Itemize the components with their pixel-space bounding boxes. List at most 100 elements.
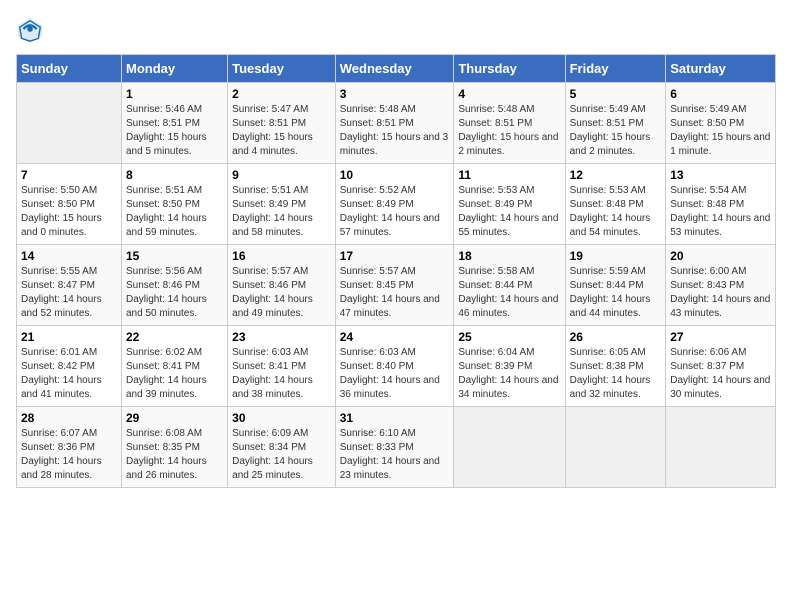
day-number: 18 (458, 249, 560, 263)
day-cell: 28 Sunrise: 6:07 AM Sunset: 8:36 PM Dayl… (17, 407, 122, 488)
day-number: 15 (126, 249, 223, 263)
day-info: Sunrise: 6:01 AM Sunset: 8:42 PM Dayligh… (21, 346, 117, 402)
week-row-3: 14 Sunrise: 5:55 AM Sunset: 8:47 PM Dayl… (17, 245, 776, 326)
day-info: Sunrise: 6:07 AM Sunset: 8:36 PM Dayligh… (21, 427, 117, 483)
day-cell: 27 Sunrise: 6:06 AM Sunset: 8:37 PM Dayl… (666, 326, 776, 407)
day-info: Sunrise: 6:08 AM Sunset: 8:35 PM Dayligh… (126, 427, 223, 483)
day-cell: 24 Sunrise: 6:03 AM Sunset: 8:40 PM Dayl… (335, 326, 454, 407)
day-info: Sunrise: 5:51 AM Sunset: 8:49 PM Dayligh… (232, 184, 331, 240)
day-info: Sunrise: 5:53 AM Sunset: 8:48 PM Dayligh… (570, 184, 662, 240)
day-cell: 20 Sunrise: 6:00 AM Sunset: 8:43 PM Dayl… (666, 245, 776, 326)
day-number: 14 (21, 249, 117, 263)
header-cell-thursday: Thursday (454, 55, 565, 83)
day-info: Sunrise: 5:56 AM Sunset: 8:46 PM Dayligh… (126, 265, 223, 321)
day-cell: 10 Sunrise: 5:52 AM Sunset: 8:49 PM Dayl… (335, 164, 454, 245)
day-cell: 11 Sunrise: 5:53 AM Sunset: 8:49 PM Dayl… (454, 164, 565, 245)
day-info: Sunrise: 6:04 AM Sunset: 8:39 PM Dayligh… (458, 346, 560, 402)
day-number: 19 (570, 249, 662, 263)
day-cell (565, 407, 666, 488)
day-cell: 6 Sunrise: 5:49 AM Sunset: 8:50 PM Dayli… (666, 83, 776, 164)
header-cell-tuesday: Tuesday (228, 55, 336, 83)
day-info: Sunrise: 5:51 AM Sunset: 8:50 PM Dayligh… (126, 184, 223, 240)
day-number: 5 (570, 87, 662, 101)
day-number: 7 (21, 168, 117, 182)
day-cell: 4 Sunrise: 5:48 AM Sunset: 8:51 PM Dayli… (454, 83, 565, 164)
day-cell: 15 Sunrise: 5:56 AM Sunset: 8:46 PM Dayl… (121, 245, 227, 326)
day-info: Sunrise: 5:53 AM Sunset: 8:49 PM Dayligh… (458, 184, 560, 240)
day-cell: 25 Sunrise: 6:04 AM Sunset: 8:39 PM Dayl… (454, 326, 565, 407)
header-cell-friday: Friday (565, 55, 666, 83)
day-number: 8 (126, 168, 223, 182)
day-cell: 8 Sunrise: 5:51 AM Sunset: 8:50 PM Dayli… (121, 164, 227, 245)
header-cell-wednesday: Wednesday (335, 55, 454, 83)
day-number: 30 (232, 411, 331, 425)
day-cell: 29 Sunrise: 6:08 AM Sunset: 8:35 PM Dayl… (121, 407, 227, 488)
header-cell-sunday: Sunday (17, 55, 122, 83)
day-info: Sunrise: 5:49 AM Sunset: 8:51 PM Dayligh… (570, 103, 662, 159)
day-info: Sunrise: 6:03 AM Sunset: 8:41 PM Dayligh… (232, 346, 331, 402)
day-cell: 22 Sunrise: 6:02 AM Sunset: 8:41 PM Dayl… (121, 326, 227, 407)
day-cell: 18 Sunrise: 5:58 AM Sunset: 8:44 PM Dayl… (454, 245, 565, 326)
day-number: 23 (232, 330, 331, 344)
day-cell: 17 Sunrise: 5:57 AM Sunset: 8:45 PM Dayl… (335, 245, 454, 326)
day-cell: 9 Sunrise: 5:51 AM Sunset: 8:49 PM Dayli… (228, 164, 336, 245)
calendar-table: SundayMondayTuesdayWednesdayThursdayFrid… (16, 54, 776, 488)
day-info: Sunrise: 5:46 AM Sunset: 8:51 PM Dayligh… (126, 103, 223, 159)
day-number: 29 (126, 411, 223, 425)
day-cell: 1 Sunrise: 5:46 AM Sunset: 8:51 PM Dayli… (121, 83, 227, 164)
day-cell: 30 Sunrise: 6:09 AM Sunset: 8:34 PM Dayl… (228, 407, 336, 488)
header-cell-monday: Monday (121, 55, 227, 83)
day-cell: 31 Sunrise: 6:10 AM Sunset: 8:33 PM Dayl… (335, 407, 454, 488)
day-cell: 7 Sunrise: 5:50 AM Sunset: 8:50 PM Dayli… (17, 164, 122, 245)
day-info: Sunrise: 6:02 AM Sunset: 8:41 PM Dayligh… (126, 346, 223, 402)
day-info: Sunrise: 5:52 AM Sunset: 8:49 PM Dayligh… (340, 184, 450, 240)
day-number: 21 (21, 330, 117, 344)
day-number: 10 (340, 168, 450, 182)
day-number: 20 (670, 249, 771, 263)
day-number: 3 (340, 87, 450, 101)
day-number: 12 (570, 168, 662, 182)
header-row: SundayMondayTuesdayWednesdayThursdayFrid… (17, 55, 776, 83)
week-row-5: 28 Sunrise: 6:07 AM Sunset: 8:36 PM Dayl… (17, 407, 776, 488)
day-cell: 13 Sunrise: 5:54 AM Sunset: 8:48 PM Dayl… (666, 164, 776, 245)
day-info: Sunrise: 6:05 AM Sunset: 8:38 PM Dayligh… (570, 346, 662, 402)
day-number: 26 (570, 330, 662, 344)
day-info: Sunrise: 5:59 AM Sunset: 8:44 PM Dayligh… (570, 265, 662, 321)
day-info: Sunrise: 5:49 AM Sunset: 8:50 PM Dayligh… (670, 103, 771, 159)
day-info: Sunrise: 5:50 AM Sunset: 8:50 PM Dayligh… (21, 184, 117, 240)
day-number: 4 (458, 87, 560, 101)
day-cell (454, 407, 565, 488)
day-info: Sunrise: 5:48 AM Sunset: 8:51 PM Dayligh… (458, 103, 560, 159)
day-cell (17, 83, 122, 164)
day-cell: 26 Sunrise: 6:05 AM Sunset: 8:38 PM Dayl… (565, 326, 666, 407)
day-number: 27 (670, 330, 771, 344)
page-header (16, 16, 776, 44)
day-info: Sunrise: 5:48 AM Sunset: 8:51 PM Dayligh… (340, 103, 450, 159)
day-number: 11 (458, 168, 560, 182)
logo (16, 16, 48, 44)
day-cell: 16 Sunrise: 5:57 AM Sunset: 8:46 PM Dayl… (228, 245, 336, 326)
week-row-4: 21 Sunrise: 6:01 AM Sunset: 8:42 PM Dayl… (17, 326, 776, 407)
day-info: Sunrise: 6:00 AM Sunset: 8:43 PM Dayligh… (670, 265, 771, 321)
day-info: Sunrise: 6:06 AM Sunset: 8:37 PM Dayligh… (670, 346, 771, 402)
day-number: 9 (232, 168, 331, 182)
day-info: Sunrise: 5:58 AM Sunset: 8:44 PM Dayligh… (458, 265, 560, 321)
day-number: 28 (21, 411, 117, 425)
day-number: 31 (340, 411, 450, 425)
week-row-1: 1 Sunrise: 5:46 AM Sunset: 8:51 PM Dayli… (17, 83, 776, 164)
day-info: Sunrise: 5:55 AM Sunset: 8:47 PM Dayligh… (21, 265, 117, 321)
day-info: Sunrise: 5:54 AM Sunset: 8:48 PM Dayligh… (670, 184, 771, 240)
day-info: Sunrise: 5:57 AM Sunset: 8:46 PM Dayligh… (232, 265, 331, 321)
day-number: 25 (458, 330, 560, 344)
day-info: Sunrise: 6:09 AM Sunset: 8:34 PM Dayligh… (232, 427, 331, 483)
day-info: Sunrise: 5:47 AM Sunset: 8:51 PM Dayligh… (232, 103, 331, 159)
day-cell: 12 Sunrise: 5:53 AM Sunset: 8:48 PM Dayl… (565, 164, 666, 245)
day-info: Sunrise: 6:10 AM Sunset: 8:33 PM Dayligh… (340, 427, 450, 483)
day-cell: 5 Sunrise: 5:49 AM Sunset: 8:51 PM Dayli… (565, 83, 666, 164)
day-number: 17 (340, 249, 450, 263)
logo-icon (16, 16, 44, 44)
week-row-2: 7 Sunrise: 5:50 AM Sunset: 8:50 PM Dayli… (17, 164, 776, 245)
day-cell: 2 Sunrise: 5:47 AM Sunset: 8:51 PM Dayli… (228, 83, 336, 164)
day-cell: 19 Sunrise: 5:59 AM Sunset: 8:44 PM Dayl… (565, 245, 666, 326)
day-cell: 14 Sunrise: 5:55 AM Sunset: 8:47 PM Dayl… (17, 245, 122, 326)
